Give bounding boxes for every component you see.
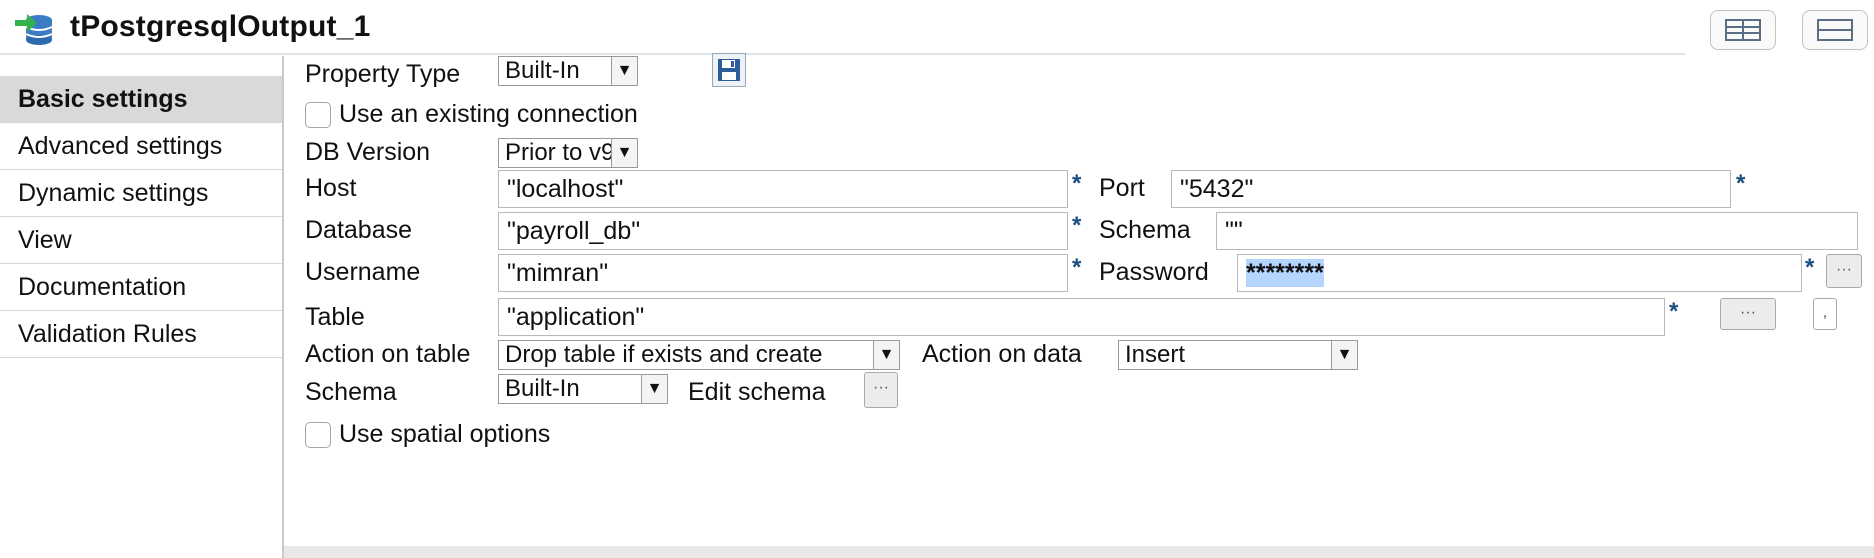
schema-type-select[interactable]: Built-In ▼ [498,374,668,404]
chevron-down-icon: ▼ [641,375,667,403]
use-spatial-options-label: Use spatial options [339,420,551,448]
settings-sidebar: Basic settings Advanced settings Dynamic… [0,56,284,558]
username-label: Username [305,258,421,286]
single-view-button[interactable] [1802,10,1868,50]
property-type-label: Property Type [305,60,461,88]
sidebar-item-documentation[interactable]: Documentation [0,264,282,311]
port-input[interactable]: "5432" [1171,170,1731,208]
postgresql-db-icon [13,10,57,48]
schema-type-value: Built-In [505,375,580,402]
host-label: Host [305,174,357,202]
action-on-table-select[interactable]: Drop table if exists and create ▼ [498,340,900,370]
action-on-table-value: Drop table if exists and create [505,341,823,368]
basic-settings-form: Property Type Built-In ▼ Use an existing… [284,53,1874,546]
chevron-down-icon: ▼ [611,139,637,167]
username-required-marker: * [1072,254,1082,281]
schema-type-label: Schema [305,378,397,406]
db-version-label: DB Version [305,138,431,166]
header-divider [0,53,1685,55]
edit-schema-label: Edit schema [688,378,826,406]
host-required-marker: * [1072,170,1082,197]
split-view-button[interactable] [1710,10,1776,50]
component-header: tPostgresqlOutput_1 [0,0,1874,56]
property-type-select[interactable]: Built-In ▼ [498,56,638,86]
host-input[interactable]: "localhost" [498,170,1068,208]
db-version-value: Prior to v9 [505,139,615,166]
floppy-disk-icon [718,59,740,81]
action-on-data-label: Action on data [922,340,1082,368]
database-input[interactable]: "payroll_db" [498,212,1068,250]
table-label: Table [305,303,365,331]
password-masked-value: ******** [1246,259,1324,287]
database-label: Database [305,216,413,244]
use-existing-connection-checkbox[interactable] [305,102,331,128]
sidebar-item-validation-rules[interactable]: Validation Rules [0,311,282,358]
password-label: Password [1099,258,1209,286]
schema-label: Schema [1099,216,1191,244]
table-guess-button[interactable]: , [1813,298,1837,330]
username-input[interactable]: "mimran" [498,254,1068,292]
password-required-marker: * [1805,254,1815,281]
bottom-scroll-strip [284,546,1874,558]
component-title: tPostgresqlOutput_1 [70,10,371,43]
port-required-marker: * [1736,170,1746,197]
edit-schema-button[interactable]: ··· [864,372,898,408]
password-browse-button[interactable]: ··· [1826,254,1862,288]
schema-input[interactable]: "" [1216,212,1858,250]
database-required-marker: * [1072,212,1082,239]
property-type-value: Built-In [505,57,580,84]
chevron-down-icon: ▼ [1331,341,1357,369]
password-input[interactable]: ******** [1237,254,1802,292]
chevron-down-icon: ▼ [873,341,899,369]
sidebar-item-view[interactable]: View [0,217,282,264]
chevron-down-icon: ▼ [611,57,637,85]
use-spatial-options-checkbox[interactable] [305,422,331,448]
use-existing-connection-label: Use an existing connection [339,100,638,128]
port-label: Port [1099,174,1145,202]
table-input[interactable]: "application" [498,298,1665,336]
action-on-data-value: Insert [1125,341,1186,368]
save-property-button[interactable] [712,53,746,87]
sidebar-item-advanced-settings[interactable]: Advanced settings [0,123,282,170]
table-required-marker: * [1669,298,1679,325]
sidebar-item-basic-settings[interactable]: Basic settings [0,76,282,123]
table-browse-button[interactable]: ··· [1720,298,1776,330]
action-on-data-select[interactable]: Insert ▼ [1118,340,1358,370]
single-view-icon [1817,19,1853,41]
sidebar-item-dynamic-settings[interactable]: Dynamic settings [0,170,282,217]
db-version-select[interactable]: Prior to v9 ▼ [498,138,638,168]
split-view-icon [1725,19,1761,41]
action-on-table-label: Action on table [305,340,471,368]
